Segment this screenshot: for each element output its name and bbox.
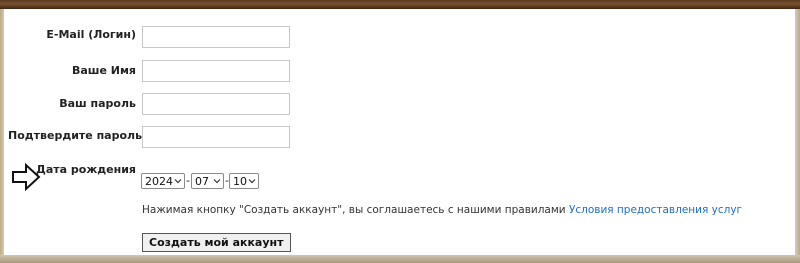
registration-form: E-Mail (Логин) Ваше Имя Ваш пароль Подтв… bbox=[4, 9, 795, 255]
confirm-password-label: Подтвердите пароль bbox=[8, 129, 143, 142]
password-field[interactable] bbox=[142, 93, 290, 115]
confirm-password-field[interactable] bbox=[142, 126, 290, 148]
birth-month-select[interactable]: 07 bbox=[191, 173, 224, 189]
email-field[interactable] bbox=[142, 26, 290, 48]
birth-year-value: 2024 bbox=[145, 174, 173, 188]
window-bottom-border bbox=[0, 255, 800, 263]
chevron-down-icon bbox=[248, 179, 256, 184]
date-separator: - bbox=[186, 174, 190, 187]
birthdate-label: Дата рождения bbox=[36, 163, 136, 176]
window-top-border bbox=[0, 0, 800, 9]
window-right-border bbox=[795, 9, 800, 263]
birth-day-value: 10 bbox=[233, 174, 247, 188]
birth-year-select[interactable]: 2024 bbox=[141, 173, 185, 189]
create-account-button[interactable]: Создать мой аккаунт bbox=[142, 233, 291, 252]
terms-link[interactable]: Условия предоставления услуг bbox=[569, 204, 742, 216]
birth-month-value: 07 bbox=[195, 174, 209, 188]
password-label: Ваш пароль bbox=[59, 97, 136, 110]
birth-day-select[interactable]: 10 bbox=[229, 173, 259, 189]
name-field[interactable] bbox=[142, 60, 290, 82]
terms-notice: Нажимая кнопку "Создать аккаунт", вы сог… bbox=[142, 204, 742, 216]
email-label: E-Mail (Логин) bbox=[46, 28, 136, 41]
chevron-down-icon bbox=[174, 179, 182, 184]
name-label: Ваше Имя bbox=[71, 64, 136, 77]
chevron-down-icon bbox=[213, 179, 221, 184]
terms-notice-text: Нажимая кнопку "Создать аккаунт", вы сог… bbox=[142, 204, 569, 216]
